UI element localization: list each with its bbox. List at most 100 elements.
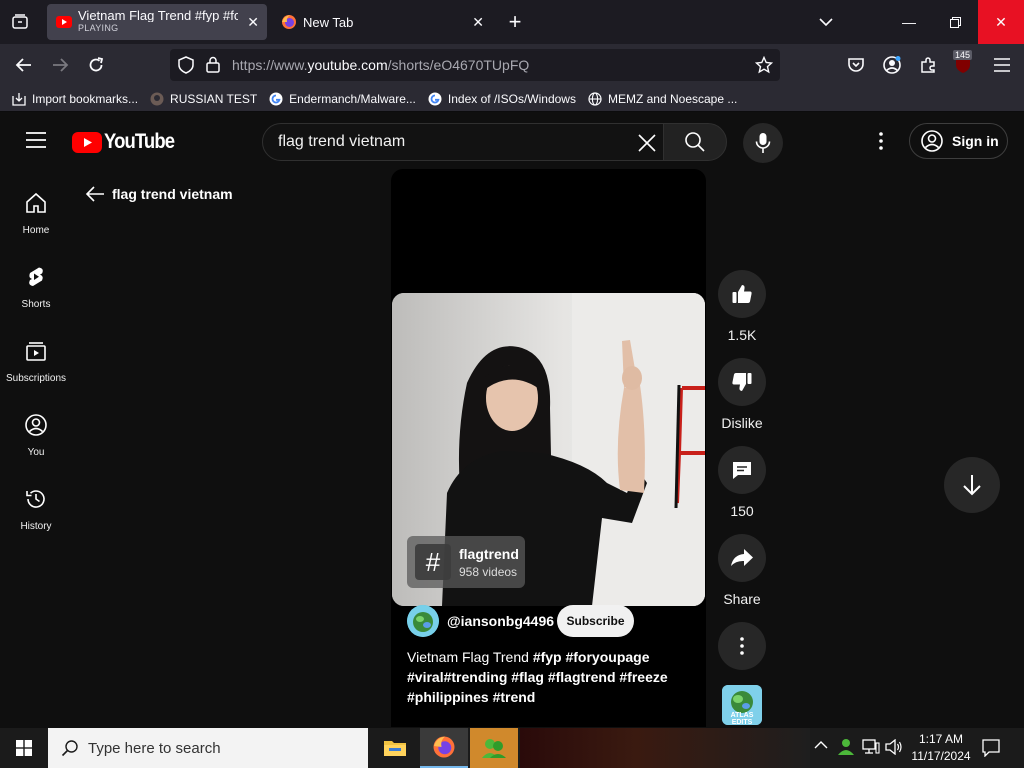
- dislike-action[interactable]: Dislike: [717, 358, 767, 431]
- description-line-2[interactable]: #viral#trending #flag #flagtrend #freeze: [407, 667, 697, 687]
- description-line-1: Vietnam Flag Trend #fyp #foryoupage: [407, 647, 697, 667]
- comments-action[interactable]: 150: [717, 446, 767, 519]
- share-button[interactable]: [718, 534, 766, 582]
- guide-item-home[interactable]: Home: [0, 189, 72, 263]
- reload-icon[interactable]: [84, 53, 108, 77]
- taskbar-search-input[interactable]: Type here to search: [48, 728, 368, 768]
- description-line-3[interactable]: #philippines #trend: [407, 687, 697, 707]
- voice-search-button[interactable]: [743, 123, 783, 163]
- like-button[interactable]: [718, 270, 766, 318]
- search-button[interactable]: [663, 123, 727, 161]
- new-tab-plus-icon[interactable]: +: [503, 9, 527, 34]
- folder-icon: [384, 741, 406, 756]
- pocket-icon[interactable]: [844, 53, 868, 77]
- tray-clock[interactable]: 1:17 AM 11/17/2024: [908, 731, 974, 765]
- hashtag-chip[interactable]: # flagtrend 958 videos: [407, 536, 525, 588]
- channel-avatar[interactable]: [407, 605, 439, 637]
- search-icon: [685, 132, 705, 152]
- forward-arrow-icon[interactable]: [48, 53, 72, 77]
- tab-overview-icon[interactable]: [8, 10, 32, 34]
- like-count: 1.5K: [727, 327, 757, 343]
- ublock-extension-icon[interactable]: 145: [951, 50, 975, 77]
- tab-list-chevron-icon[interactable]: [814, 10, 838, 34]
- shorts-player[interactable]: # flagtrend 958 videos @iansonbg4496 Sub…: [391, 169, 706, 727]
- tray-chevron-up-icon[interactable]: [814, 740, 828, 750]
- tab-youtube[interactable]: Vietnam Flag Trend #fyp #foryo PLAYING ✕: [47, 4, 267, 40]
- bookmark-index-isos[interactable]: Index of /ISOs/Windows: [428, 92, 576, 106]
- url-prefix: https://www.: [232, 57, 308, 73]
- sound-thumbnail[interactable]: ATLAS EDITS: [722, 685, 762, 725]
- tab-playing-status: PLAYING: [78, 23, 119, 33]
- tray-volume-icon[interactable]: [885, 739, 903, 755]
- globe-icon: [588, 91, 602, 106]
- minimize-button[interactable]: —: [886, 0, 932, 44]
- lock-icon[interactable]: [206, 56, 220, 73]
- tab-new-tab[interactable]: New Tab ✕: [272, 4, 492, 40]
- comment-count: 150: [730, 503, 754, 519]
- guide-item-shorts[interactable]: Shorts: [0, 263, 72, 337]
- taskbar-search-placeholder: Type here to search: [88, 739, 221, 757]
- back-arrow-icon[interactable]: [12, 53, 36, 77]
- tab-close-icon[interactable]: ✕: [472, 14, 484, 31]
- url-bar[interactable]: https://www.youtube.com/shorts/eO4670TUp…: [170, 49, 780, 81]
- clear-search-icon[interactable]: [637, 133, 657, 153]
- tray-people-icon[interactable]: [837, 738, 855, 756]
- more-actions-button[interactable]: [718, 622, 766, 670]
- share-action[interactable]: Share: [717, 534, 767, 607]
- taskbar-app-people[interactable]: [470, 728, 518, 768]
- close-window-button[interactable]: ✕: [978, 0, 1024, 44]
- bookmark-import[interactable]: Import bookmarks...: [12, 92, 138, 106]
- browser-tab-bar: Vietnam Flag Trend #fyp #foryo PLAYING ✕…: [0, 0, 1024, 44]
- youtube-logo[interactable]: YouTube: [72, 130, 184, 154]
- guide-menu-icon[interactable]: [25, 131, 47, 149]
- channel-handle[interactable]: @iansonbg4496: [447, 613, 554, 629]
- like-action[interactable]: 1.5K: [717, 270, 767, 343]
- subscribe-button[interactable]: Subscribe: [557, 605, 634, 637]
- guide-label: You: [27, 447, 45, 458]
- search-icon: [61, 740, 78, 757]
- tab-close-icon[interactable]: ✕: [247, 14, 259, 31]
- comments-button[interactable]: [718, 446, 766, 494]
- back-to-search[interactable]: flag trend vietnam: [84, 184, 233, 204]
- start-button[interactable]: [0, 728, 48, 768]
- browser-nav-bar: https://www.youtube.com/shorts/eO4670TUp…: [0, 44, 1024, 86]
- youtube-logo-icon: [72, 131, 102, 153]
- bookmark-label: MEMZ and Noescape ...: [607, 91, 738, 106]
- tray-network-icon[interactable]: [862, 739, 880, 755]
- clock-time: 1:17 AM: [918, 732, 964, 746]
- search-input[interactable]: flag trend vietnam: [262, 123, 664, 161]
- taskbar-firefox[interactable]: [420, 728, 468, 768]
- arrow-down-icon: [963, 475, 981, 496]
- guide-item-you[interactable]: You: [0, 411, 72, 485]
- more-actions[interactable]: [717, 622, 767, 670]
- extensions-puzzle-icon[interactable]: [916, 53, 940, 77]
- video-frame[interactable]: # flagtrend 958 videos: [392, 293, 705, 606]
- comment-icon: [733, 462, 751, 479]
- sign-in-button[interactable]: Sign in: [909, 123, 1008, 159]
- guide-item-history[interactable]: History: [0, 485, 72, 559]
- bookmark-star-icon[interactable]: [755, 56, 773, 74]
- description-hashtags[interactable]: #fyp #foryoupage: [533, 649, 650, 665]
- bookmark-memz[interactable]: MEMZ and Noescape ...: [588, 92, 737, 106]
- bookmark-russian-test[interactable]: RUSSIAN TEST: [150, 92, 257, 106]
- dislike-button[interactable]: [718, 358, 766, 406]
- vertical-dots-icon: [740, 637, 744, 655]
- tracking-protection-shield-icon[interactable]: [178, 56, 194, 74]
- bookmark-endermanch[interactable]: Endermanch/Malware...: [269, 92, 416, 106]
- guide-item-subscriptions[interactable]: Subscriptions: [0, 337, 72, 411]
- account-icon[interactable]: [880, 53, 904, 77]
- next-short-button[interactable]: [944, 457, 1000, 513]
- back-label: flag trend vietnam: [112, 186, 233, 202]
- tab-title: Vietnam Flag Trend #fyp #foryo: [78, 9, 238, 22]
- restore-button[interactable]: [932, 0, 978, 44]
- hashtag-video-count: 958 videos: [459, 565, 518, 579]
- menu-hamburger-icon[interactable]: [990, 53, 1014, 77]
- account-circle-icon: [921, 130, 943, 152]
- search-query-text: flag trend vietnam: [278, 133, 406, 150]
- short-description[interactable]: Vietnam Flag Trend #fyp #foryoupage #vir…: [407, 647, 697, 707]
- google-icon: [428, 92, 442, 105]
- action-center-icon[interactable]: [982, 739, 1000, 757]
- taskbar-file-explorer[interactable]: [375, 728, 415, 768]
- dislike-label: Dislike: [721, 415, 763, 431]
- more-options-icon[interactable]: [879, 132, 883, 150]
